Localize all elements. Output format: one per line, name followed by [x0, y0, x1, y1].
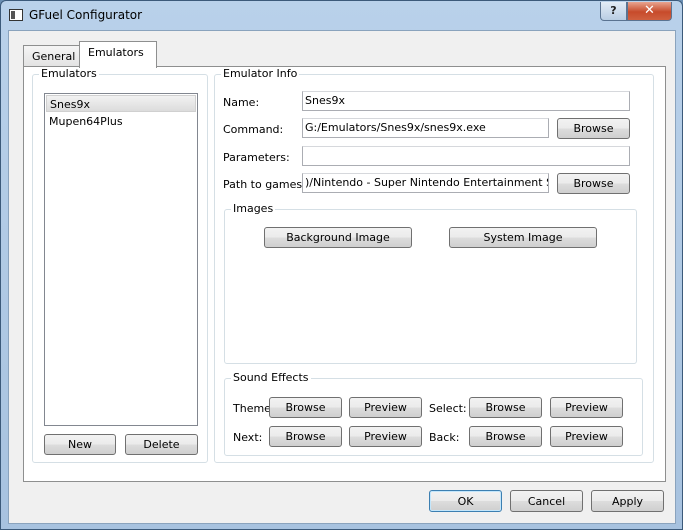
emulators-group: Emulators Snes9x Mupen64Plus New Delete — [32, 67, 208, 463]
name-label: Name: — [223, 96, 260, 109]
parameters-label: Parameters: — [223, 151, 290, 164]
dialog-client-area: General Emulators Emulators Snes9x Mupen… — [8, 30, 676, 524]
close-button[interactable]: ✕ — [627, 2, 672, 21]
command-label: Command: — [223, 123, 284, 136]
command-browse-button[interactable]: Browse — [557, 118, 630, 139]
emulator-info-group: Emulator Info Name: Snes9x Command: G:/E… — [214, 67, 654, 463]
theme-preview-button[interactable]: Preview — [349, 397, 422, 418]
path-to-games-label: Path to games: — [223, 178, 306, 191]
images-group-title: Images — [231, 202, 276, 215]
next-preview-button[interactable]: Preview — [349, 426, 422, 447]
list-item-mupen64plus[interactable]: Mupen64Plus — [46, 113, 196, 130]
emulator-info-group-title: Emulator Info — [221, 67, 300, 80]
new-emulator-button[interactable]: New — [44, 434, 116, 455]
system-image-button[interactable]: System Image — [449, 227, 597, 248]
path-to-games-field[interactable]: )/Nintendo - Super Nintendo Entertainmen… — [302, 173, 549, 193]
sound-effects-group: Sound Effects Theme: Browse Preview Sele… — [224, 371, 643, 456]
back-browse-button[interactable]: Browse — [469, 426, 542, 447]
tab-emulators[interactable]: Emulators — [79, 41, 157, 68]
next-label: Next: — [233, 431, 263, 444]
apply-button[interactable]: Apply — [591, 490, 664, 512]
name-field[interactable]: Snes9x — [302, 91, 630, 111]
parameters-field[interactable] — [302, 146, 630, 166]
app-window-icon — [9, 9, 23, 21]
configurator-window: GFuel Configurator ? ✕ General Emulators… — [0, 0, 683, 530]
background-image-button[interactable]: Background Image — [264, 227, 412, 248]
window-title: GFuel Configurator — [29, 8, 143, 22]
back-label: Back: — [429, 431, 460, 444]
back-preview-button[interactable]: Preview — [550, 426, 623, 447]
select-preview-button[interactable]: Preview — [550, 397, 623, 418]
command-field[interactable]: G:/Emulators/Snes9x/snes9x.exe — [302, 118, 549, 138]
help-button[interactable]: ? — [600, 2, 627, 21]
path-browse-button[interactable]: Browse — [557, 173, 630, 194]
emulators-group-title: Emulators — [39, 67, 99, 80]
sound-effects-group-title: Sound Effects — [231, 371, 311, 384]
next-browse-button[interactable]: Browse — [269, 426, 342, 447]
emulator-list[interactable]: Snes9x Mupen64Plus — [44, 93, 198, 426]
title-bar[interactable]: GFuel Configurator ? ✕ — [1, 1, 682, 31]
images-group: Images Background Image System Image — [224, 202, 637, 364]
tab-general[interactable]: General — [23, 45, 80, 67]
ok-button[interactable]: OK — [429, 490, 502, 512]
select-browse-button[interactable]: Browse — [469, 397, 542, 418]
emulators-tab-pane: Emulators Snes9x Mupen64Plus New Delete … — [23, 66, 666, 482]
list-item-snes9x[interactable]: Snes9x — [46, 95, 196, 112]
theme-browse-button[interactable]: Browse — [269, 397, 342, 418]
cancel-button[interactable]: Cancel — [510, 490, 583, 512]
delete-emulator-button[interactable]: Delete — [125, 434, 198, 455]
select-label: Select: — [429, 402, 467, 415]
